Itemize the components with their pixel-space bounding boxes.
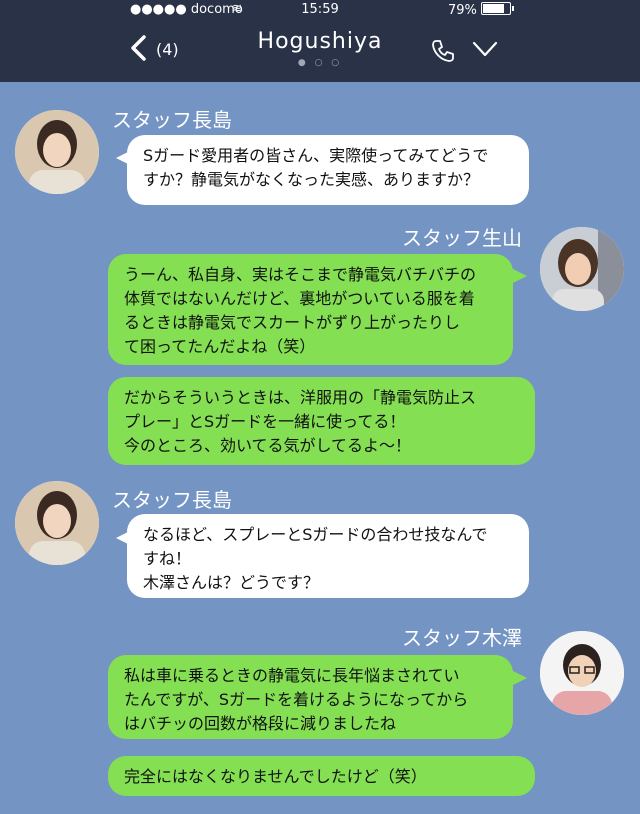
message-bubble[interactable]: だからそういうときは、洋服用の「静電気防止ス プレー」とSガードを一緒に使ってる… (108, 377, 535, 465)
message-line: たんですが、Sガードを着けるようになってから (124, 690, 469, 709)
message-line: 体質ではないんだけど、裏地がついている服を着 (124, 289, 475, 308)
page-dots: ● ○ ○ (297, 58, 343, 68)
message-line: すね！ (143, 549, 192, 568)
chat-title: Hogushiya (257, 29, 383, 54)
bubble-tail (511, 670, 527, 686)
message-bubble[interactable]: 私は車に乗るときの静電気に長年悩まされてい たんですが、Sガードを着けるようにな… (108, 655, 513, 739)
message-bubble[interactable]: 完全にはなくなりませんでしたけど（笑） (108, 756, 535, 796)
person-photo-icon (540, 631, 624, 715)
message-bubble[interactable]: Sガード愛用者の皆さん、実際使ってみてどうで すか？静電気がなくなった実感、あり… (127, 135, 529, 205)
dropdown-chevron-icon[interactable] (472, 38, 498, 60)
chat-header: ●●●●● docomo ≋ 15:59 79% (4) Hogushiya ●… (0, 0, 640, 82)
person-photo-icon (540, 227, 624, 311)
avatar-staff-nagashima[interactable] (15, 481, 99, 565)
speaker-name: スタッフ木澤 (402, 626, 522, 650)
clock: 15:59 (301, 2, 339, 17)
message-line: だからそういうときは、洋服用の「静電気防止ス (124, 388, 477, 407)
message-bubble[interactable]: うーん、私自身、実はそこまで静電気バチバチの 体質ではないんだけど、裏地がついて… (108, 254, 513, 365)
phone-icon[interactable] (430, 38, 456, 64)
message-line: なるほど、スプレーとSガードの合わせ技なんで (143, 525, 488, 544)
message-line: 今のところ、効いてる気がしてるよ～！ (124, 436, 412, 455)
speaker-name: スタッフ長島 (112, 108, 232, 132)
message-bubble[interactable]: なるほど、スプレーとSガードの合わせ技なんで すね！ 木澤さんは？どうです？ (127, 514, 529, 598)
speaker-name: スタッフ長島 (112, 488, 232, 512)
person-photo-icon (15, 110, 99, 194)
message-line: すか？静電気がなくなった実感、ありますか？ (143, 170, 480, 189)
bubble-tail (511, 268, 527, 284)
battery-percent: 79% (448, 3, 477, 18)
avatar-staff-kizawa[interactable] (540, 631, 624, 715)
battery-indicator: 79% (448, 2, 514, 18)
avatar-staff-ikuyama[interactable] (540, 227, 624, 311)
avatar-staff-nagashima[interactable] (15, 110, 99, 194)
message-line: プレー」とSガードを一緒に使ってる！ (124, 412, 406, 431)
message-line: Sガード愛用者の皆さん、実際使ってみてどうで (143, 146, 489, 165)
speaker-name: スタッフ生山 (402, 226, 522, 250)
message-line: 木澤さんは？どうです？ (143, 573, 320, 592)
person-photo-icon (15, 481, 99, 565)
message-line: 私は車に乗るときの静電気に長年悩まされてい (124, 666, 460, 685)
message-line: て困ってたんだよね（笑） (124, 337, 316, 356)
battery-icon (480, 2, 514, 15)
message-line: はバチッの回数が格段に減りましたね (124, 714, 397, 733)
message-line: るときは静電気でスカートがずり上がったりし (124, 313, 461, 332)
message-line: うーん、私自身、実はそこまで静電気バチバチの (124, 265, 477, 284)
message-line: 完全にはなくなりませんでしたけど（笑） (124, 767, 427, 786)
status-bar: ●●●●● docomo ≋ 15:59 79% (0, 0, 640, 20)
